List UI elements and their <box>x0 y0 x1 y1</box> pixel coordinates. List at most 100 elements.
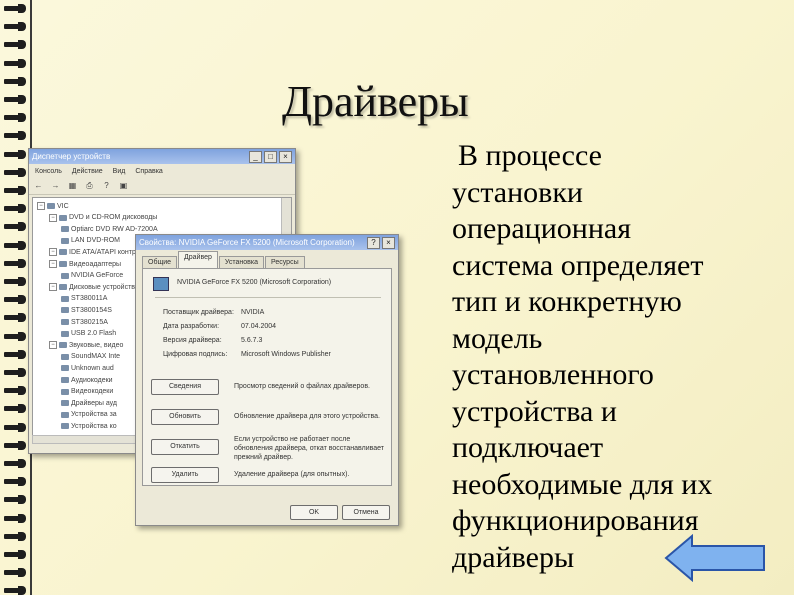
print-icon[interactable]: ⎙ <box>84 181 95 191</box>
body-line: операционная <box>452 212 632 245</box>
expand-toggle-icon[interactable]: − <box>49 341 57 350</box>
tree-item-label: Видеоадаптеры <box>69 260 122 268</box>
device-icon <box>61 353 69 360</box>
tab-details[interactable]: Установка <box>218 256 264 268</box>
properties-icon[interactable]: ▦ <box>67 181 78 191</box>
expand-toggle-icon[interactable]: − <box>37 202 45 210</box>
body-line: В процессе <box>458 139 602 172</box>
device-manager-titlebar: Диспетчер устройств _ □ × <box>29 149 295 164</box>
tree-item[interactable]: − DVD и CD-ROM дисководы <box>49 213 157 223</box>
binding-ring <box>4 186 26 195</box>
binding-ring <box>4 131 26 141</box>
binding-ring <box>4 204 26 214</box>
binding-ring <box>4 404 26 414</box>
binding-ring <box>4 513 26 523</box>
device-icon <box>61 237 69 244</box>
menu-help[interactable]: Справка <box>135 168 162 175</box>
tree-item[interactable]: USB 2.0 Flash <box>61 329 116 339</box>
tab-resources[interactable]: Ресурсы <box>265 256 305 268</box>
binding-ring <box>4 76 26 86</box>
expand-toggle-icon[interactable]: − <box>49 248 57 257</box>
forward-icon[interactable]: → <box>50 181 61 191</box>
ok-button[interactable]: OK <box>290 505 338 520</box>
device-icon <box>61 423 69 430</box>
tree-item-label: Устройства ко <box>71 422 117 430</box>
binding-ring <box>4 58 26 68</box>
body-line: модель <box>452 321 543 355</box>
binding-ring <box>4 240 26 250</box>
menu-console[interactable]: Консоль <box>35 168 62 175</box>
tree-item[interactable]: Optiarc DVD RW AD-7200A <box>61 224 158 234</box>
body-line: установленного <box>452 358 654 391</box>
tree-item[interactable]: LAN DVD-ROM <box>61 236 120 246</box>
tree-item[interactable]: ST380215A <box>61 317 108 327</box>
field-row: Дата разработки: 07.04.2004 <box>163 323 276 330</box>
tab-driver[interactable]: Драйвер <box>178 251 218 268</box>
tree-item-label: Звуковые, видео <box>69 341 124 349</box>
rollback-button[interactable]: Откатить <box>151 439 219 455</box>
tree-item-label: Дисковые устройства <box>69 283 139 291</box>
tree-item-label: ST3800154S <box>71 306 112 314</box>
tree-item[interactable]: − Звуковые, видео <box>49 340 123 350</box>
uninstall-button[interactable]: Удалить <box>151 467 219 483</box>
tree-item[interactable]: NVIDIA GeForce <box>61 271 123 281</box>
tree-item[interactable]: Драйверы ауд <box>61 398 117 408</box>
tree-item-label: Устройства за <box>71 411 117 419</box>
properties-titlebar: Свойства: NVIDIA GeForce FX 5200 (Micros… <box>136 235 398 250</box>
update-button[interactable]: Обновить <box>151 409 219 425</box>
tree-item[interactable]: SoundMAX Inte <box>61 352 120 362</box>
back-icon[interactable]: ← <box>33 181 44 191</box>
binding-ring <box>4 422 26 432</box>
binding-ring <box>4 386 26 396</box>
tree-item[interactable]: Unknown aud <box>61 363 114 373</box>
device-icon <box>61 272 69 279</box>
tree-item[interactable]: Аудиокодеки <box>61 375 113 385</box>
binding-ring <box>4 40 26 50</box>
device-icon <box>61 307 69 314</box>
menu-action[interactable]: Действие <box>72 168 103 175</box>
minimize-icon[interactable]: _ <box>249 150 262 163</box>
device-icon[interactable]: ▣ <box>118 181 129 191</box>
details-button[interactable]: Сведения <box>151 379 219 395</box>
device-manager-title: Диспетчер устройств <box>32 152 111 161</box>
tab-general[interactable]: Общие <box>142 256 178 268</box>
binding-ring <box>4 440 26 450</box>
device-icon <box>59 342 67 349</box>
close-icon[interactable]: × <box>382 236 395 249</box>
tree-item[interactable]: Устройства ко <box>61 421 117 431</box>
properties-title: Свойства: NVIDIA GeForce FX 5200 (Micros… <box>139 238 355 247</box>
binding-ring <box>4 459 26 468</box>
binding-ring <box>4 495 26 505</box>
binding-ring <box>4 258 26 268</box>
nav-arrow-left-icon[interactable] <box>664 534 768 582</box>
binding-ring <box>4 349 26 359</box>
nav-arrow-shape[interactable] <box>664 534 765 582</box>
maximize-icon[interactable]: □ <box>264 150 277 163</box>
tree-item[interactable]: ST380011A <box>61 294 107 304</box>
device-icon <box>61 365 69 372</box>
tree-item[interactable]: Видеокодеки <box>61 387 113 397</box>
close-icon[interactable]: × <box>279 150 292 163</box>
tree-item[interactable]: − Дисковые устройства <box>49 282 139 292</box>
field-row: Поставщик драйвера: NVIDIA <box>163 309 264 316</box>
expand-toggle-icon[interactable]: − <box>49 260 57 268</box>
tree-item-label: Optiarc DVD RW AD-7200A <box>71 225 158 233</box>
field-row: Версия драйвера: 5.6.7.3 <box>163 337 262 344</box>
menu-view[interactable]: Вид <box>113 168 126 175</box>
help-icon[interactable]: ? <box>367 236 380 249</box>
help-icon[interactable]: ? <box>101 181 112 191</box>
tree-item[interactable]: − Видеоадаптеры <box>49 259 121 269</box>
tree-item[interactable]: − VIC <box>37 201 69 211</box>
tree-item-label: NVIDIA GeForce <box>71 272 124 280</box>
expand-toggle-icon[interactable]: − <box>49 213 57 222</box>
tree-item-label: Видеокодеки <box>71 388 114 396</box>
device-icon <box>59 261 67 267</box>
tree-item[interactable]: Устройства за <box>61 410 117 420</box>
uninstall-description: Удаление драйвера (для опытных). <box>234 471 350 478</box>
expand-toggle-icon[interactable]: − <box>49 283 57 292</box>
body-line: устройства и <box>452 394 617 428</box>
field-row: Цифровая подпись: Microsoft Windows Publ… <box>163 351 331 358</box>
cancel-button[interactable]: Отмена <box>342 505 390 520</box>
tree-item[interactable]: ST3800154S <box>61 305 112 315</box>
binding-ring <box>4 222 26 232</box>
